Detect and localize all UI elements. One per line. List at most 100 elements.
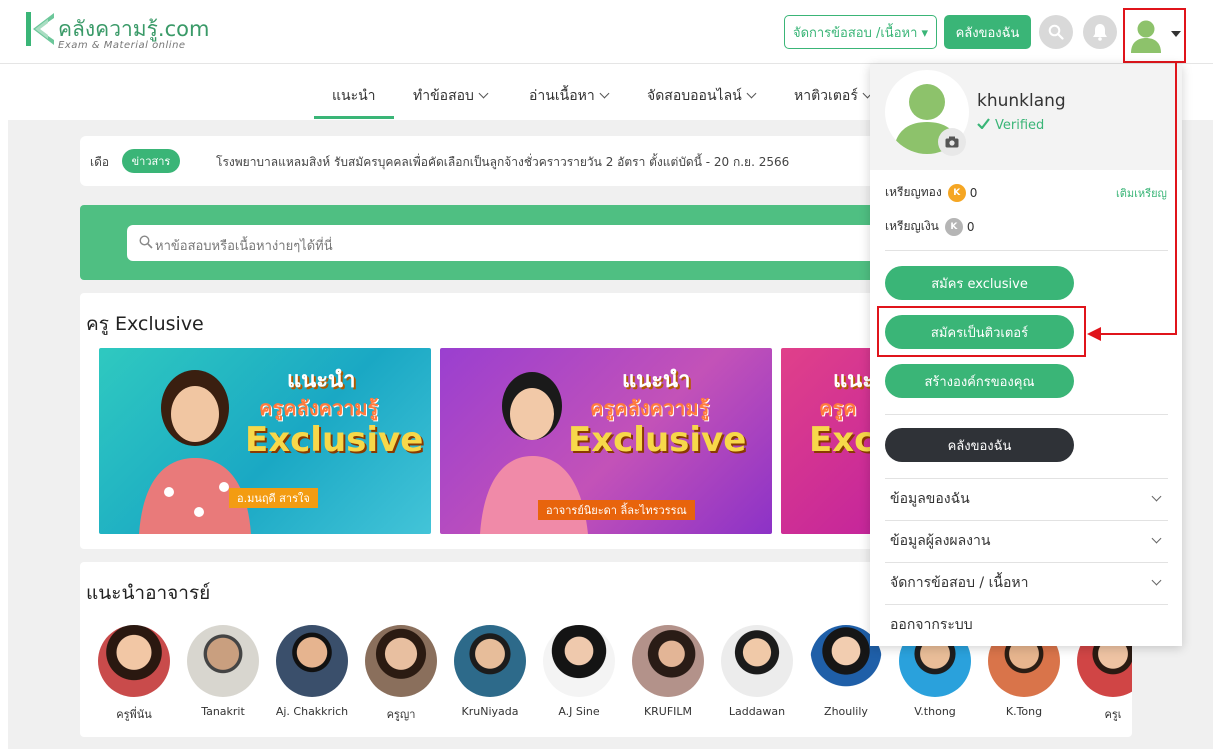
news-prefix: เดือ — [90, 155, 110, 169]
profile-username: khunklang — [977, 91, 1066, 111]
my-store-button[interactable]: คลังของฉัน — [944, 15, 1031, 49]
teacher-avatar — [721, 625, 793, 697]
teacher-avatar — [98, 625, 170, 697]
user-avatar-icon — [1131, 20, 1161, 53]
nav-label: ทำข้อสอบ — [413, 88, 474, 104]
news-headline-link[interactable]: โรงพยาบาลแหลมสิงห์ รับสมัครบุคคลเพื่อคัด… — [216, 153, 789, 172]
verified-label: Verified — [995, 118, 1045, 133]
teacher-avatar — [543, 625, 615, 697]
site-logo[interactable]: คลังความรู้.com Exam & Material online — [26, 12, 226, 56]
teacher-avatar — [632, 625, 704, 697]
exclusive-signup-button[interactable]: สมัคร exclusive — [885, 266, 1074, 300]
teacher-card[interactable]: KRUFILM — [628, 625, 708, 718]
divider — [885, 414, 1168, 415]
nav-label: จัดสอบออนไลน์ — [647, 88, 742, 104]
profile-header: khunklang Verified — [870, 64, 1182, 170]
change-photo-button[interactable] — [938, 128, 966, 156]
section-title: ครู Exclusive — [86, 313, 204, 335]
exclusive-banner[interactable]: แนะ ครูค Excl — [781, 348, 880, 534]
banner-line3: Exclusive — [568, 420, 747, 460]
teacher-name: Zhoulily — [824, 705, 868, 718]
silver-coin-icon: K — [944, 217, 963, 236]
nav-label: หาติวเตอร์ — [794, 88, 858, 104]
check-icon — [977, 118, 990, 130]
nav-item-exams[interactable]: ทำข้อสอบ — [413, 85, 489, 107]
search-button[interactable] — [1039, 15, 1073, 49]
arrow-left-icon — [1087, 327, 1101, 341]
search-placeholder: หาข้อสอบหรือเนื้อหาง่ายๆได้ที่นี่ — [155, 239, 333, 254]
gold-coin-icon: K — [947, 183, 966, 202]
news-ticker: เดือ ข่าวสาร โรงพยาบาลแหลมสิงห์ รับสมัคร… — [80, 136, 880, 186]
divider — [885, 250, 1168, 251]
banner-teacher-name: อ.มนฤดี สารใจ — [229, 488, 318, 508]
teacher-card[interactable]: A.J Sine — [539, 625, 619, 718]
chevron-down-icon — [599, 88, 610, 99]
menu-my-info[interactable]: ข้อมูลของฉัน — [890, 478, 1168, 520]
news-badge: ข่าวสาร — [122, 149, 180, 173]
teacher-card[interactable]: KruNiyada — [450, 625, 530, 718]
teacher-card[interactable]: Laddawan — [717, 625, 797, 718]
menu-label: ข้อมูลของฉัน — [890, 491, 970, 507]
teacher-name: ครูพี่นัน — [116, 708, 152, 721]
chevron-down-icon — [1151, 575, 1162, 585]
teacher-name: Laddawan — [728, 705, 786, 718]
gold-coin-row: เหรียญทอง K 0 — [885, 183, 977, 202]
banner-line3: Exclusive — [245, 420, 424, 460]
teacher-name: Aj. Chakkrich — [275, 705, 349, 718]
teacher-avatar — [454, 625, 526, 697]
logout-label: ออกจากระบบ — [890, 617, 973, 633]
banner-teacher-name: อาจารย์นิยะดา ลิ้ละไทรวรรณ — [538, 500, 695, 520]
teacher-name: ครูญา — [386, 708, 416, 721]
teacher-name: V.thong — [914, 705, 956, 718]
nav-item-recommended[interactable]: แนะนำ — [314, 85, 393, 119]
exclusive-section: ครู Exclusive แนะนำ ครูคลังความรู้ Exclu… — [80, 293, 880, 549]
nav-label: อ่านเนื้อหา — [529, 88, 595, 104]
search-icon — [139, 235, 153, 249]
logout-button[interactable]: ออกจากระบบ — [890, 604, 1168, 646]
teacher-card[interactable]: ครูญา — [361, 625, 441, 723]
menu-manage-content[interactable]: จัดการข้อสอบ / เนื้อหา — [890, 562, 1168, 604]
teacher-name: K.Tong — [1005, 705, 1043, 718]
annotation-arrow-line — [1100, 333, 1177, 335]
nav-item-read[interactable]: อ่านเนื้อหา — [529, 85, 610, 107]
manage-exams-button[interactable]: จัดการข้อสอบ /เนื้อหา ▾ — [784, 15, 937, 49]
silver-coin-value: 0 — [966, 219, 975, 234]
exclusive-banner[interactable]: แนะนำ ครูคลังความรู้ Exclusive อาจารย์นิ… — [440, 348, 772, 534]
search-icon — [1048, 24, 1064, 40]
nav-item-tutor[interactable]: หาติวเตอร์ — [794, 85, 873, 107]
bell-icon — [1093, 24, 1107, 41]
teacher-name: Tanakrit — [201, 705, 245, 718]
nav-label: แนะนำ — [332, 88, 376, 104]
silver-coin-label: เหรียญเงิน — [885, 219, 939, 233]
create-organization-button[interactable]: สร้างองค์กรของคุณ — [885, 364, 1074, 398]
teacher-avatar — [365, 625, 437, 697]
menu-publisher-info[interactable]: ข้อมูลผู้ลงผลงาน — [890, 520, 1168, 562]
menu-label: จัดการข้อสอบ / เนื้อหา — [890, 575, 1029, 591]
silver-coin-row: เหรียญเงิน K 0 — [885, 217, 975, 236]
search-input[interactable]: หาข้อสอบหรือเนื้อหาง่ายๆได้ที่นี่ — [127, 225, 887, 261]
teacher-name: ครูเ — [1104, 708, 1122, 721]
section-title: แนะนำอาจารย์ — [86, 582, 211, 604]
camera-icon — [945, 136, 959, 148]
exclusive-banner[interactable]: แนะนำ ครูคลังความรู้ Exclusive อ.มนฤดี ส… — [99, 348, 431, 534]
user-menu-toggle[interactable] — [1123, 8, 1186, 63]
menu-label: ข้อมูลผู้ลงผลงาน — [890, 533, 991, 549]
notification-button[interactable] — [1083, 15, 1117, 49]
teacher-name: KruNiyada — [461, 705, 519, 718]
teacher-name: A.J Sine — [558, 705, 600, 718]
chevron-down-icon — [1151, 533, 1162, 543]
chevron-down-icon — [746, 88, 757, 99]
teacher-name: KRUFILM — [643, 705, 693, 718]
gold-coin-label: เหรียญทอง — [885, 185, 942, 199]
chevron-down-icon — [1171, 31, 1181, 37]
verified-badge: Verified — [977, 118, 1044, 133]
chevron-down-icon — [1151, 491, 1162, 501]
annotation-arrow-line — [1175, 63, 1177, 335]
nav-item-online-exam[interactable]: จัดสอบออนไลน์ — [647, 85, 757, 107]
teacher-card[interactable]: Aj. Chakkrich — [272, 625, 352, 718]
search-panel: หาข้อสอบหรือเนื้อหาง่ายๆได้ที่นี่ — [80, 205, 887, 280]
topup-link[interactable]: เติมเหรียญ — [1116, 184, 1167, 202]
teacher-card[interactable]: Tanakrit — [183, 625, 263, 718]
teacher-card[interactable]: ครูพี่นัน — [94, 625, 174, 723]
my-store-menu-button[interactable]: คลังของฉัน — [885, 428, 1074, 462]
